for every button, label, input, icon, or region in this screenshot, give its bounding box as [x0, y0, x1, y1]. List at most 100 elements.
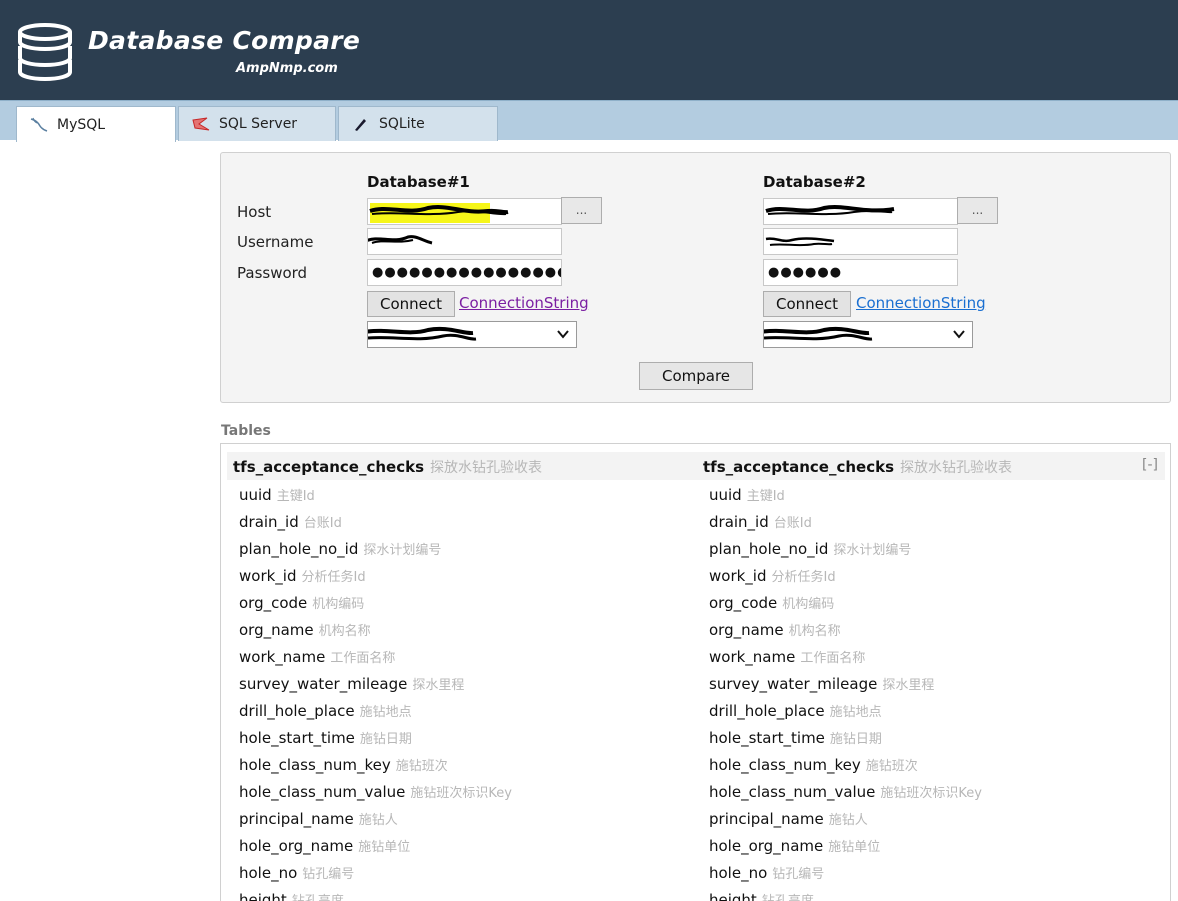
column-row: hole_org_name 施钻单位	[709, 833, 982, 860]
database-logo-icon	[18, 23, 72, 82]
column-comment: 主键Id	[276, 489, 315, 504]
collapse-button[interactable]: [-]	[1142, 457, 1158, 473]
column-name: org_code	[709, 594, 778, 612]
db2-connect-button[interactable]: Connect	[763, 291, 852, 317]
db1-password-input[interactable]: ●●●●●●●●●●●●●●●●	[367, 259, 562, 286]
db1-username-input[interactable]	[367, 228, 562, 255]
column-comment: 施钻班次标识Key	[410, 786, 512, 801]
column-comment: 钻孔编号	[772, 867, 825, 882]
column-row: org_code 机构编码	[709, 590, 982, 617]
column-row: survey_water_mileage 探水里程	[709, 671, 982, 698]
sql-server-icon	[192, 117, 210, 131]
column-row: plan_hole_no_id 探水计划编号	[239, 536, 512, 563]
tab-bar: MySQL SQL Server SQLite	[0, 100, 1178, 142]
column-name: hole_no	[239, 864, 298, 882]
column-row: height 钻孔高度	[239, 887, 512, 901]
redacted-scribble	[765, 237, 835, 247]
table-header: tfs_acceptance_checks 探放水钻孔验收表 tfs_accept…	[227, 452, 1165, 480]
app-header: Database Compare AmpNmp.com	[0, 0, 1178, 100]
column-comment: 施钻地点	[359, 705, 412, 720]
column-name: hole_start_time	[239, 729, 355, 747]
column-row: drill_hole_place 施钻地点	[709, 698, 982, 725]
tab-sqlite[interactable]: SQLite	[338, 106, 498, 141]
column-name: org_code	[239, 594, 308, 612]
column-comment: 施钻人	[358, 813, 398, 828]
right-table-name-text: tfs_acceptance_checks	[703, 458, 895, 476]
column-name: height	[709, 891, 757, 901]
column-row: hole_class_num_value 施钻班次标识Key	[709, 779, 982, 806]
chevron-down-icon	[557, 330, 569, 339]
column-comment: 主键Id	[746, 489, 785, 504]
column-row: hole_start_time 施钻日期	[239, 725, 512, 752]
column-row: principal_name 施钻人	[239, 806, 512, 833]
column-comment: 施钻单位	[828, 840, 881, 855]
column-row: work_name 工作面名称	[709, 644, 982, 671]
column-comment: 施钻单位	[358, 840, 411, 855]
sqlite-feather-icon	[355, 119, 366, 131]
db1-heading: Database#1	[367, 173, 470, 191]
username-label: Username	[237, 233, 314, 251]
column-name: uuid	[709, 486, 742, 504]
password-label: Password	[237, 264, 308, 282]
column-row: uuid 主键Id	[709, 482, 982, 509]
db2-username-input[interactable]	[763, 228, 958, 255]
column-comment: 施钻班次	[865, 759, 918, 774]
db2-database-select[interactable]	[763, 321, 973, 348]
column-comment: 施钻班次标识Key	[880, 786, 982, 801]
column-name: height	[239, 891, 287, 901]
column-name: plan_hole_no_id	[709, 540, 829, 558]
column-row: hole_org_name 施钻单位	[239, 833, 512, 860]
db1-database-select[interactable]	[367, 321, 577, 348]
column-comment: 施钻日期	[829, 732, 882, 747]
right-table-comment: 探放水钻孔验收表	[900, 460, 1013, 476]
tab-sql-server-label: SQL Server	[219, 116, 298, 132]
compare-button[interactable]: Compare	[639, 362, 753, 390]
column-comment: 钻孔高度	[292, 894, 344, 901]
redacted-scribble	[764, 326, 873, 341]
column-row: work_id 分析任务Id	[239, 563, 512, 590]
column-comment: 施钻人	[828, 813, 868, 828]
column-row: org_code 机构编码	[239, 590, 512, 617]
left-table-name-text: tfs_acceptance_checks	[233, 458, 425, 476]
column-row: work_name 工作面名称	[239, 644, 512, 671]
column-comment: 台账Id	[773, 516, 812, 531]
column-name: hole_class_num_value	[239, 783, 406, 801]
right-column-list: uuid 主键Id drain_id 台账Id plan_hole_no_id 探水计划编…	[709, 482, 982, 901]
column-row: work_id 分析任务Id	[709, 563, 982, 590]
app-title: Database Compare	[88, 26, 361, 55]
column-name: hole_class_num_key	[709, 756, 861, 774]
column-name: hole_class_num_key	[239, 756, 391, 774]
column-name: hole_class_num_value	[709, 783, 876, 801]
column-name: hole_start_time	[709, 729, 825, 747]
db1-connect-button[interactable]: Connect	[367, 291, 456, 317]
db1-host-input[interactable]	[367, 198, 562, 225]
column-name: hole_org_name	[709, 837, 824, 855]
db2-host-input[interactable]	[763, 198, 958, 225]
column-row: uuid 主键Id	[239, 482, 512, 509]
chevron-down-icon	[953, 330, 965, 339]
column-name: work_name	[709, 648, 796, 666]
db1-connection-string-link[interactable]: ConnectionString	[459, 294, 589, 312]
column-comment: 机构名称	[788, 624, 841, 639]
column-name: drill_hole_place	[239, 702, 355, 720]
db2-connection-string-link[interactable]: ConnectionString	[856, 294, 986, 312]
db1-browse-button[interactable]: ...	[561, 197, 602, 224]
column-comment: 施钻日期	[359, 732, 412, 747]
db2-browse-button[interactable]: ...	[957, 197, 998, 224]
tab-mysql[interactable]: MySQL	[16, 106, 176, 142]
tab-sql-server[interactable]: SQL Server	[178, 106, 336, 141]
column-comment: 机构编码	[782, 597, 835, 612]
left-table-name[interactable]: tfs_acceptance_checks 探放水钻孔验收表	[233, 457, 542, 477]
column-comment: 机构名称	[318, 624, 371, 639]
db2-password-input[interactable]: ●●●●●●	[763, 259, 958, 286]
column-name: drain_id	[709, 513, 769, 531]
right-table-name[interactable]: tfs_acceptance_checks 探放水钻孔验收表	[703, 457, 1012, 477]
tab-mysql-label: MySQL	[57, 116, 106, 133]
column-row: hole_start_time 施钻日期	[709, 725, 982, 752]
column-name: plan_hole_no_id	[239, 540, 359, 558]
column-comment: 探水里程	[412, 678, 465, 693]
column-row: survey_water_mileage 探水里程	[239, 671, 512, 698]
column-comment: 施钻地点	[829, 705, 882, 720]
redacted-scribble	[765, 205, 895, 216]
tables-panel: tfs_acceptance_checks 探放水钻孔验收表 tfs_accept…	[220, 443, 1171, 901]
